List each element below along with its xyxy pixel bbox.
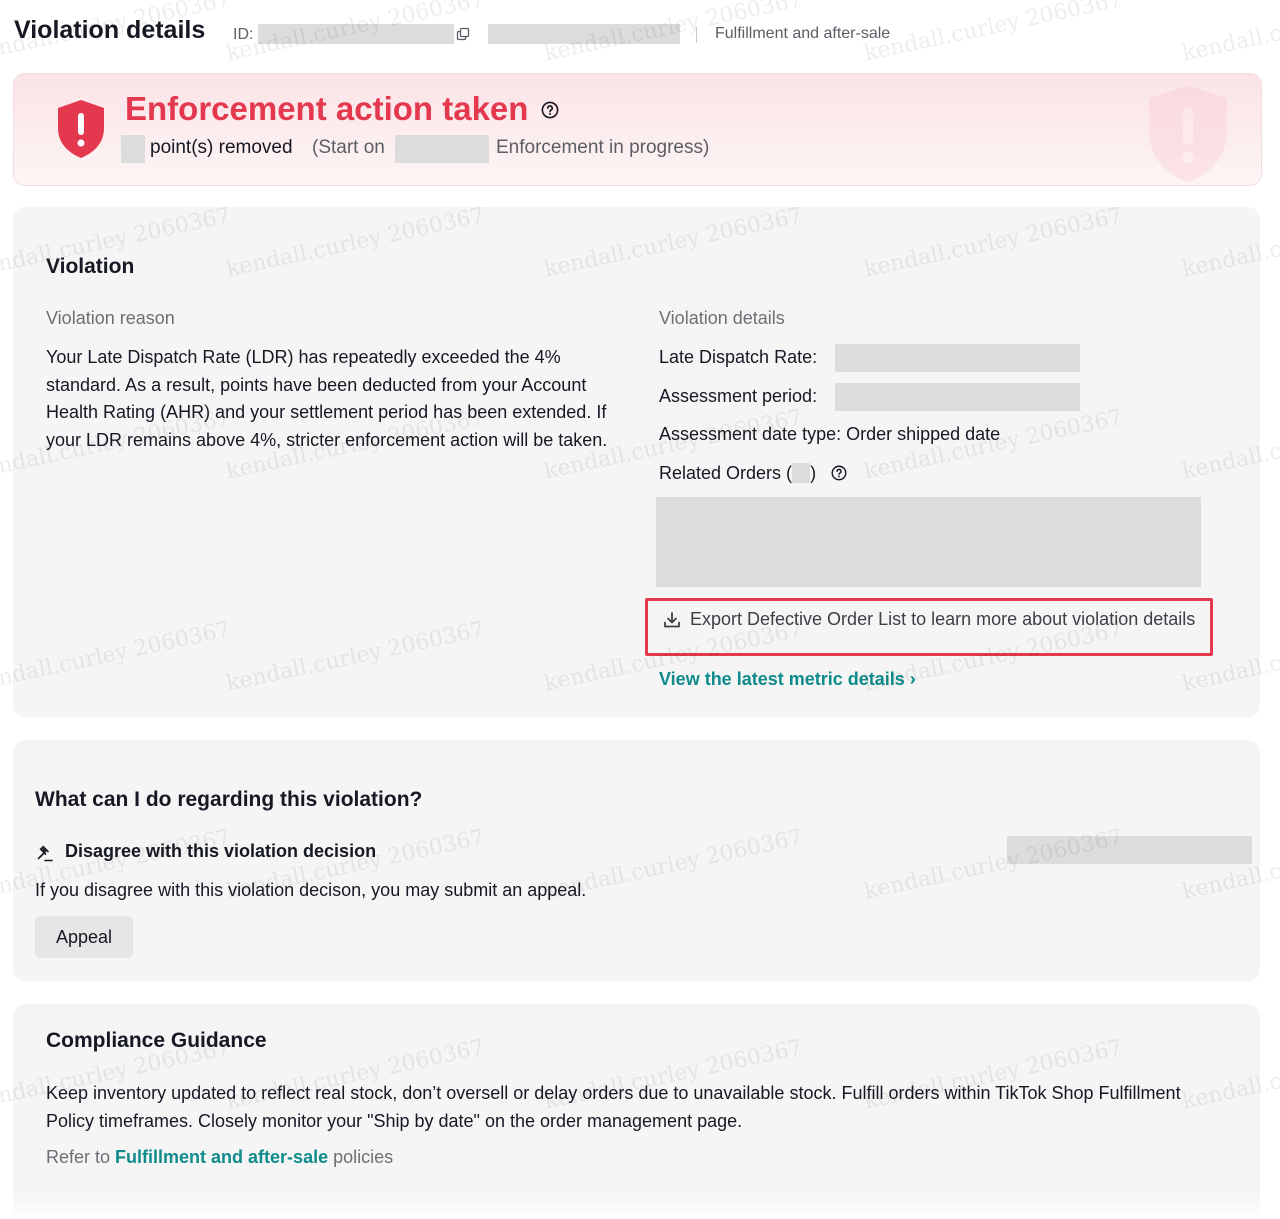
compliance-section: Compliance Guidance Keep inventory updat… bbox=[13, 1004, 1260, 1219]
assessment-date-type: Assessment date type: Order shipped date bbox=[659, 424, 1001, 444]
assessment-period-redacted bbox=[835, 383, 1080, 411]
header-divider bbox=[696, 27, 697, 43]
shield-alert-icon bbox=[1149, 85, 1227, 183]
what-to-do-section: What can I do regarding this violation? … bbox=[13, 740, 1260, 981]
what-to-do-redacted bbox=[1007, 836, 1252, 864]
id-label: ID: bbox=[233, 26, 254, 43]
disagree-description: If you disagree with this violation deci… bbox=[35, 880, 587, 900]
header-info-redacted bbox=[488, 24, 680, 44]
header: Violation details ID: Fulfillment and af… bbox=[0, 0, 1280, 68]
points-removed-text: point(s) removed bbox=[150, 137, 293, 158]
section-title-violation: Violation bbox=[46, 255, 135, 278]
start-date-label: (Start on bbox=[312, 137, 385, 158]
enforcement-banner: Enforcement action taken point(s) remove… bbox=[13, 73, 1262, 186]
violation-reason-label: Violation reason bbox=[46, 308, 175, 328]
gavel-icon bbox=[37, 845, 53, 862]
compliance-text: Keep inventory updated to reflect real s… bbox=[46, 1083, 1181, 1131]
related-orders-label: Related Orders ( bbox=[659, 463, 793, 483]
start-date-redacted bbox=[395, 135, 489, 163]
bottom-fade bbox=[0, 1196, 1280, 1219]
view-latest-metric-link[interactable]: View the latest metric details › bbox=[659, 669, 916, 690]
related-orders-count-redacted bbox=[792, 463, 811, 483]
disagree-title: Disagree with this violation decision bbox=[65, 841, 377, 861]
banner-title: Enforcement action taken bbox=[125, 90, 529, 127]
section-title-compliance: Compliance Guidance bbox=[46, 1029, 267, 1052]
help-icon[interactable] bbox=[831, 465, 847, 481]
late-dispatch-rate-redacted bbox=[835, 344, 1080, 372]
late-dispatch-rate-label: Late Dispatch Rate: bbox=[659, 347, 818, 367]
violation-details-label: Violation details bbox=[659, 308, 785, 328]
refer-line: Refer to Fulfillment and after-sale poli… bbox=[46, 1147, 393, 1168]
related-orders-row: Related Orders () bbox=[659, 463, 847, 484]
page-title: Violation details bbox=[14, 16, 206, 44]
shield-alert-icon bbox=[58, 100, 104, 158]
refer-prefix: Refer to bbox=[46, 1147, 111, 1167]
export-highlight-box: Export Defective Order List to learn mor… bbox=[645, 598, 1213, 656]
violation-id-redacted bbox=[258, 24, 454, 44]
export-link-label: Export Defective Order List to learn mor… bbox=[690, 609, 1196, 629]
fulfillment-policy-link[interactable]: Fulfillment and after-sale bbox=[115, 1147, 328, 1167]
related-orders-close: ) bbox=[810, 463, 817, 483]
violation-reason-text: Your Late Dispatch Rate (LDR) has repeat… bbox=[46, 347, 608, 450]
violation-category: Fulfillment and after-sale bbox=[715, 25, 891, 42]
appeal-button[interactable]: Appeal bbox=[35, 916, 133, 958]
refer-suffix: policies bbox=[333, 1147, 394, 1167]
assessment-period-label: Assessment period: bbox=[659, 386, 818, 406]
enforcement-status: Enforcement in progress) bbox=[496, 137, 710, 158]
export-defective-orders-link[interactable]: Export Defective Order List to learn mor… bbox=[662, 606, 1202, 633]
related-orders-list-redacted bbox=[656, 497, 1201, 587]
violation-section: Violation Violation reason Your Late Dis… bbox=[13, 207, 1260, 717]
help-icon[interactable] bbox=[541, 101, 559, 119]
download-icon bbox=[664, 612, 680, 628]
copy-icon[interactable] bbox=[456, 27, 470, 41]
points-redacted bbox=[121, 135, 145, 163]
section-title-what-to-do: What can I do regarding this violation? bbox=[35, 788, 423, 811]
